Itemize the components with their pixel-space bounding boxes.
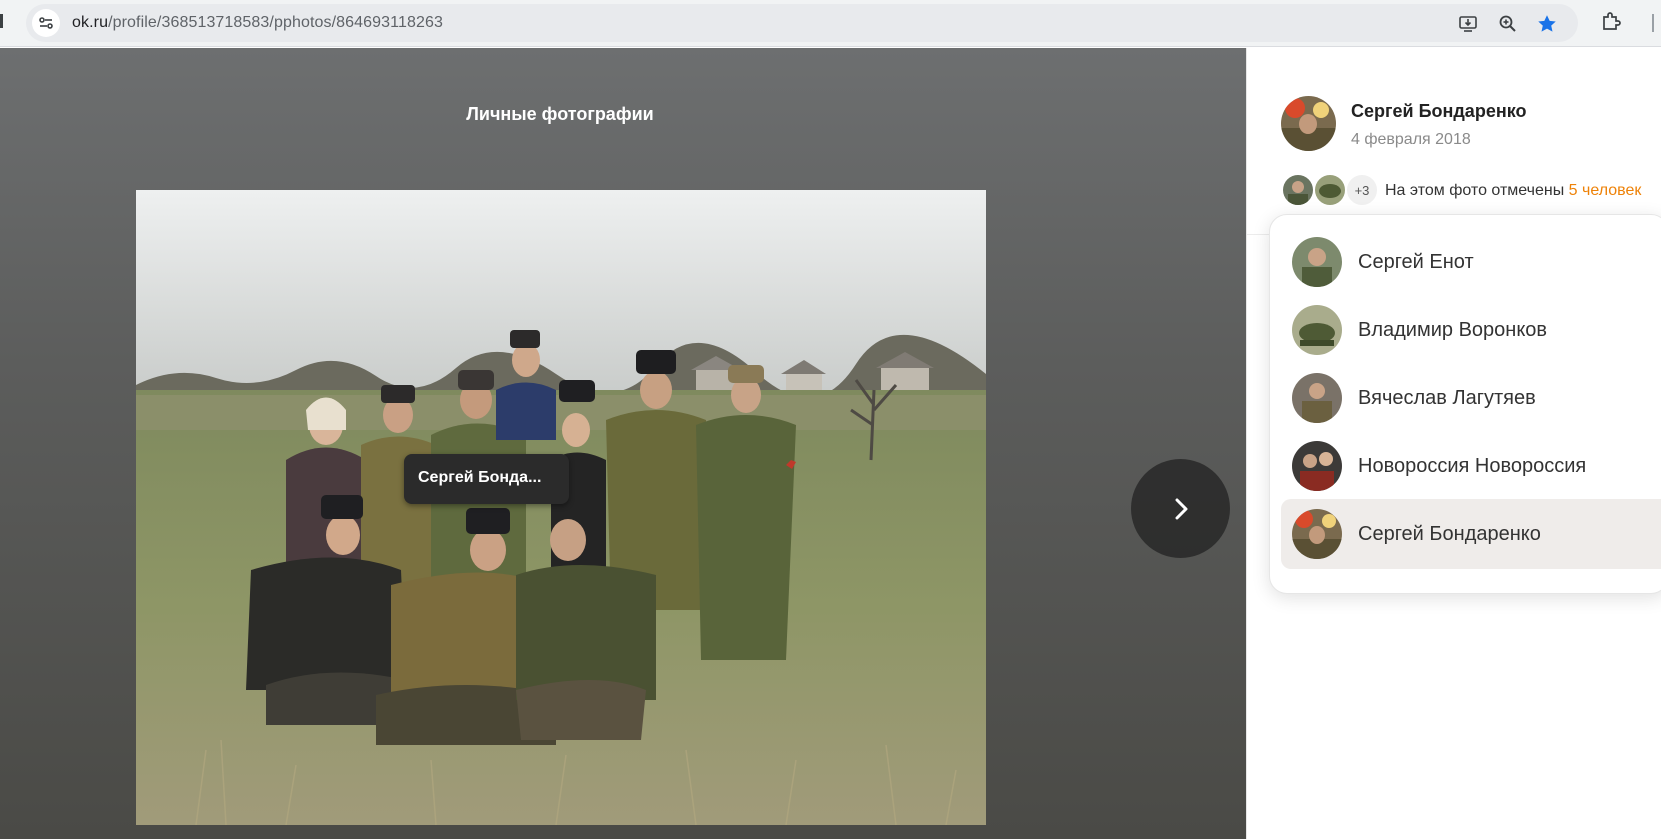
tagged-person-item[interactable]: Вячеслав Лагутяев [1281, 363, 1661, 433]
album-title: Личные фотографии [466, 104, 654, 124]
browser-toolbar: ok.ru/profile/368513718583/pphotos/86469… [0, 0, 1661, 47]
person-avatar [1292, 373, 1342, 423]
person-name: Вячеслав Лагутяев [1358, 386, 1536, 409]
install-app-icon[interactable] [1457, 13, 1479, 35]
person-name: Сергей Бондаренко [1358, 522, 1541, 545]
tagged-count-link[interactable]: 5 человек [1569, 182, 1642, 199]
address-bar[interactable]: ok.ru/profile/368513718583/pphotos/86469… [26, 4, 1578, 42]
url-path: /profile/368513718583/pphotos/8646931182… [108, 14, 443, 31]
site-settings-icon[interactable] [32, 9, 60, 37]
photo-tag-tooltip[interactable]: Сергей Бонда... [404, 454, 569, 504]
author-avatar[interactable] [1281, 96, 1336, 151]
photo-info-panel: Сергей Бондаренко 4 февраля 2018 +3 На э… [1246, 48, 1661, 839]
tooltip-name: Сергей Бонда... [418, 469, 542, 486]
post-date: 4 февраля 2018 [1351, 131, 1471, 148]
url-host: ok.ru [72, 14, 109, 31]
tagged-person-item[interactable]: Новороссия Новороссия [1281, 431, 1661, 501]
tagged-person-item[interactable]: Владимир Воронков [1281, 295, 1661, 365]
tagged-avatars[interactable]: +3 [1281, 173, 1381, 207]
toolbar-divider [1652, 14, 1654, 32]
tagged-person-item[interactable]: Сергей Енот [1281, 227, 1661, 297]
chevron-right-icon [1175, 498, 1187, 519]
person-name: Сергей Енот [1358, 250, 1474, 273]
tagged-text: На этом фото отмечены [1385, 182, 1569, 199]
next-photo-button[interactable] [1131, 459, 1230, 558]
tagged-person-item-selected[interactable]: Сергей Бондаренко [1281, 499, 1661, 569]
person-avatar [1292, 509, 1342, 559]
person-avatar [1292, 305, 1342, 355]
tagged-more-badge[interactable]: +3 [1345, 173, 1379, 207]
zoom-icon[interactable] [1497, 13, 1519, 35]
person-avatar [1292, 237, 1342, 287]
person-name: Новороссия Новороссия [1358, 454, 1587, 477]
url-text[interactable]: ok.ru/profile/368513718583/pphotos/86469… [72, 14, 443, 32]
tagged-avatar[interactable] [1313, 173, 1347, 207]
bookmark-star-icon[interactable] [1536, 13, 1558, 35]
person-name: Владимир Воронков [1358, 318, 1548, 341]
tagged-people-dropdown: Сергей Енот Владимир Воронков Вячеслав Л… [1269, 214, 1661, 594]
photo-viewer: Личные фотографии Сергей Бонда... [0, 48, 1246, 839]
tagged-summary: На этом фото отмечены 5 человек [1385, 182, 1641, 200]
person-avatar [1292, 441, 1342, 491]
author-name[interactable]: Сергей Бондаренко [1351, 101, 1526, 122]
tagged-avatar[interactable] [1281, 173, 1315, 207]
extensions-icon[interactable] [1600, 10, 1622, 32]
window-edge [0, 14, 3, 28]
group-photo[interactable] [136, 190, 986, 825]
